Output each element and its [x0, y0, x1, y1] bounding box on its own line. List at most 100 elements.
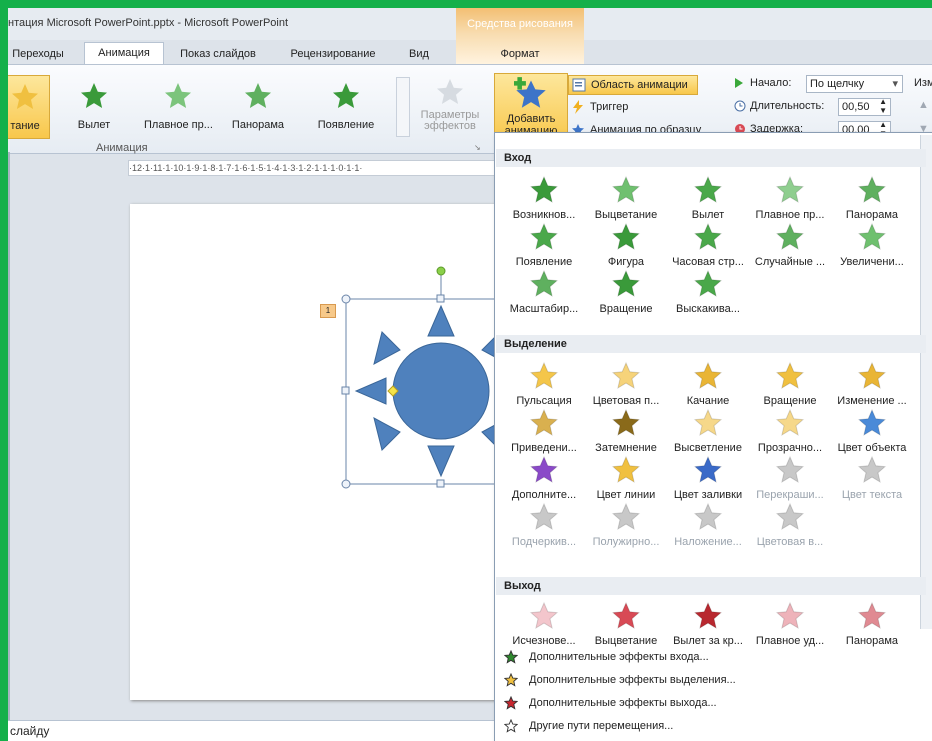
animation-pane-icon [572, 78, 586, 92]
spinner-icon[interactable]: ▲▼ [879, 97, 887, 115]
tab-view[interactable]: Вид [400, 44, 438, 64]
star-icon [611, 455, 641, 484]
star-icon [12, 84, 38, 109]
star-icon [504, 696, 518, 710]
start-label: Начало: [734, 77, 791, 89]
effect-item: Полужирно... [587, 496, 665, 552]
star-icon [775, 361, 805, 390]
star-icon [529, 222, 559, 251]
section-header-2: Выход [496, 577, 926, 595]
effect-item[interactable]: Плавное уд... [751, 595, 829, 651]
star-icon [611, 175, 641, 204]
star-icon [611, 601, 641, 630]
chevron-down-icon: ▾ [892, 78, 898, 90]
star-icon [529, 502, 559, 531]
gallery-scrollbar[interactable] [396, 77, 410, 137]
more-effects-item[interactable]: Дополнительные эффекты выхода... [497, 693, 932, 713]
context-group-label: Средства рисования [467, 18, 573, 30]
star-icon [529, 408, 559, 437]
play-icon [735, 78, 743, 88]
slide-canvas[interactable]: 1 [130, 204, 509, 700]
animation-order-badge[interactable]: 1 [320, 304, 336, 318]
star-icon [611, 222, 641, 251]
effect-label: Наложение... [674, 536, 742, 548]
star-icon [693, 175, 723, 204]
add-star-icon [513, 77, 546, 108]
sun-shape[interactable] [130, 204, 509, 700]
effect-item[interactable]: Вращение [587, 263, 665, 319]
left-pane-edge [8, 152, 10, 720]
star-icon [529, 361, 559, 390]
move-earlier-icon[interactable]: ▲ [918, 99, 929, 111]
more-effects-item[interactable]: Другие пути перемещения... [497, 716, 932, 736]
gallery-item-fly-in[interactable]: Вылет [60, 75, 128, 137]
window-title: нтация Microsoft PowerPoint.pptx - Micro… [8, 17, 289, 29]
effect-item[interactable]: Выцветание [587, 595, 665, 651]
powerpoint-window: нтация Microsoft PowerPoint.pptx - Micro… [8, 8, 932, 741]
more-effects-item[interactable]: Дополнительные эффекты выделения... [497, 670, 932, 690]
star-icon [333, 83, 359, 108]
tab-slideshow[interactable]: Показ слайдов [170, 44, 266, 64]
tab-review[interactable]: Рецензирование [278, 44, 388, 64]
effect-item[interactable]: Выскакива... [669, 263, 747, 319]
add-animation-dropdown: Вход Возникнов... Выцветание Вылет Плавное п… [494, 132, 932, 741]
star-icon [775, 175, 805, 204]
start-select[interactable]: По щелчку ▾ [806, 75, 903, 93]
gallery-item-fade[interactable]: тание [8, 75, 50, 139]
effect-item: Наложение... [669, 496, 747, 552]
star-icon [693, 455, 723, 484]
section-header-0: Вход [496, 149, 926, 167]
horizontal-ruler: ·12·1·11·1·10·1·9·1·8·1·7·1·6·1·5·1·4·1·… [128, 160, 500, 176]
star-icon [529, 175, 559, 204]
effect-options-button[interactable]: Параметры эффектов [416, 75, 484, 137]
effect-item[interactable]: Вылет за кр... [669, 595, 747, 651]
tab-animation[interactable]: Анимация [84, 42, 164, 65]
star-icon [504, 650, 518, 664]
effect-label: Вылет за кр... [673, 635, 743, 647]
tab-format[interactable]: Формат [482, 44, 558, 64]
more-effects-label: Дополнительные эффекты входа... [529, 651, 709, 663]
effect-item[interactable]: Масштабир... [505, 263, 583, 319]
dropdown-scrollbar[interactable] [920, 135, 932, 629]
star-icon [504, 673, 518, 687]
more-effects-label: Дополнительные эффекты выделения... [529, 674, 736, 686]
effect-label: Вращение [599, 303, 653, 315]
trigger-button[interactable]: Триггер [568, 98, 680, 116]
dialog-launcher-icon[interactable]: ↘ [474, 143, 481, 152]
animation-pane-button[interactable]: Область анимации [568, 75, 698, 95]
effect-item[interactable]: Случайные ... [751, 216, 829, 272]
star-icon [775, 502, 805, 531]
more-effects-label: Другие пути перемещения... [529, 720, 674, 732]
star-icon [775, 408, 805, 437]
star-icon [775, 455, 805, 484]
gallery-item-wipe[interactable]: Панорама [224, 75, 292, 137]
star-icon [693, 222, 723, 251]
gallery-item-float-in[interactable]: Плавное пр... [144, 75, 213, 137]
effect-label: Плавное уд... [755, 635, 825, 647]
star-icon [611, 408, 641, 437]
star-icon [437, 79, 463, 104]
effect-label: Случайные ... [754, 256, 826, 268]
rotation-handle[interactable] [436, 266, 446, 276]
effect-label: Выцветание [594, 635, 658, 647]
gallery-item-appear[interactable]: Появление [312, 75, 380, 137]
star-icon [693, 269, 723, 298]
effect-label: Исчезнове... [512, 635, 576, 647]
effect-item: Цветовая в... [751, 496, 829, 552]
effect-item[interactable]: Панорама [833, 595, 911, 651]
effect-label: Подчеркив... [511, 536, 577, 548]
effect-item[interactable]: Исчезнове... [505, 595, 583, 651]
notes-text: слайду [10, 724, 50, 738]
effect-label: Цветовая в... [756, 536, 824, 548]
tab-transitions[interactable]: Переходы [8, 44, 68, 64]
lightning-icon [573, 100, 583, 114]
effect-label: Цвет текста [841, 489, 903, 501]
star-icon [857, 601, 887, 630]
star-icon [857, 408, 887, 437]
star-icon [529, 269, 559, 298]
effect-item[interactable]: Увеличени... [833, 216, 911, 272]
star-icon [611, 361, 641, 390]
duration-field[interactable]: 00,50 ▲ ▼ [838, 97, 891, 116]
effect-item: Подчеркив... [505, 496, 583, 552]
more-effects-item[interactable]: Дополнительные эффекты входа... [497, 647, 932, 667]
